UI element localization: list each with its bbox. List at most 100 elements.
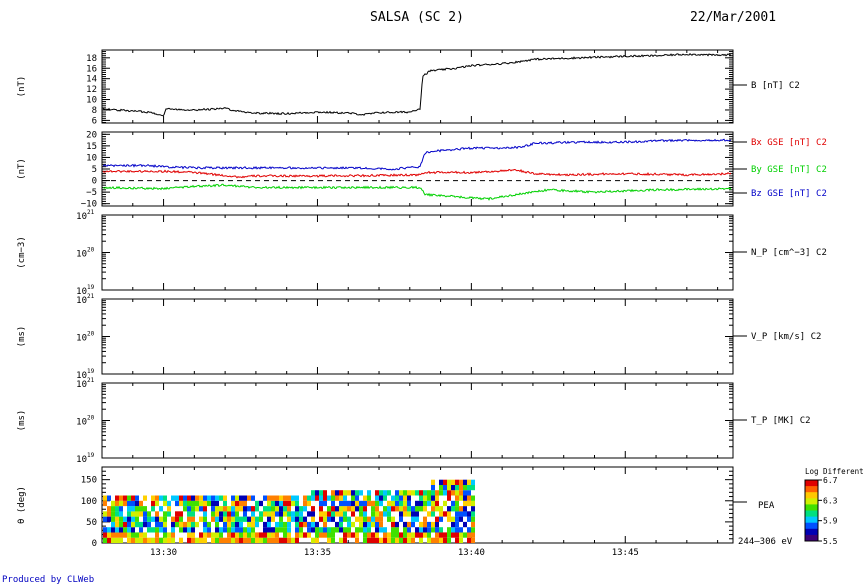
heatmap-cell bbox=[379, 500, 383, 507]
heatmap-cell bbox=[211, 516, 215, 522]
heatmap-cell bbox=[103, 495, 107, 501]
heatmap-cell bbox=[203, 532, 207, 538]
heatmap-cell bbox=[247, 537, 251, 543]
heatmap-cell bbox=[391, 495, 395, 501]
heatmap-cell bbox=[187, 527, 191, 533]
heatmap-cell bbox=[419, 500, 423, 507]
heatmap-cell bbox=[167, 511, 171, 517]
heatmap-cell bbox=[191, 500, 195, 507]
heatmap-cell bbox=[471, 527, 475, 533]
heatmap-cell bbox=[259, 516, 263, 522]
heatmap-cell bbox=[315, 537, 319, 543]
heatmap-cell bbox=[123, 495, 127, 501]
heatmap-cell bbox=[419, 506, 423, 512]
heatmap-cell bbox=[411, 490, 415, 496]
heatmap-cell bbox=[399, 537, 403, 543]
heatmap-cell bbox=[319, 495, 323, 501]
heatmap-cell bbox=[111, 516, 115, 522]
heatmap-cell bbox=[383, 495, 387, 501]
heatmap-cell bbox=[319, 490, 323, 496]
y-tick-exponent: 21 bbox=[87, 293, 95, 300]
heatmap-cell bbox=[399, 490, 403, 496]
heatmap-cell bbox=[307, 521, 311, 528]
heatmap-cell bbox=[383, 537, 387, 543]
heatmap-cell bbox=[143, 495, 147, 501]
heatmap-cell bbox=[323, 532, 327, 538]
heatmap-cell bbox=[115, 495, 119, 501]
heatmap-cell bbox=[195, 500, 199, 507]
heatmap-cell bbox=[315, 495, 319, 501]
heatmap-cell bbox=[307, 527, 311, 533]
heatmap-cell bbox=[271, 537, 275, 543]
heatmap-cell bbox=[115, 516, 119, 522]
heatmap-cell bbox=[191, 527, 195, 533]
heatmap-cell bbox=[219, 506, 223, 512]
heatmap-cell bbox=[111, 500, 115, 507]
heatmap-cell bbox=[123, 516, 127, 522]
heatmap-cell bbox=[399, 532, 403, 538]
heatmap-cell bbox=[415, 532, 419, 538]
heatmap-cell bbox=[147, 511, 151, 517]
colorbar-segment bbox=[805, 516, 818, 524]
heatmap-cell bbox=[231, 527, 235, 533]
heatmap-cell bbox=[207, 495, 211, 501]
heatmap-cell bbox=[451, 484, 455, 491]
heatmap-cell bbox=[327, 537, 331, 543]
heatmap-cell bbox=[127, 500, 131, 507]
heatmap-cell bbox=[323, 521, 327, 528]
heatmap-cell bbox=[211, 532, 215, 538]
legend-label: By GSE [nT] C2 bbox=[751, 165, 827, 175]
heatmap-cell bbox=[427, 521, 431, 528]
heatmap-cell bbox=[467, 490, 471, 496]
heatmap-cell bbox=[455, 516, 459, 522]
colorbar-segment bbox=[805, 510, 818, 518]
heatmap-cell bbox=[107, 511, 111, 517]
heatmap-cell bbox=[143, 506, 147, 512]
heatmap-cell bbox=[387, 511, 391, 517]
heatmap-cell bbox=[267, 511, 271, 517]
heatmap-cell bbox=[255, 532, 259, 538]
heatmap-cell bbox=[411, 516, 415, 522]
heatmap-cell bbox=[263, 521, 267, 528]
heatmap-cell bbox=[427, 495, 431, 501]
heatmap-cell bbox=[455, 537, 459, 543]
heatmap-cell bbox=[175, 516, 179, 522]
heatmap-cell bbox=[295, 506, 299, 512]
heatmap-cell bbox=[251, 532, 255, 538]
heatmap-cell bbox=[467, 511, 471, 517]
credit-link[interactable]: Produced by CLWeb bbox=[2, 575, 94, 584]
heatmap-cell bbox=[163, 537, 167, 543]
heatmap-cell bbox=[423, 532, 427, 538]
heatmap-cell bbox=[467, 479, 471, 485]
heatmap-cell bbox=[351, 495, 355, 501]
heatmap-cell bbox=[455, 495, 459, 501]
heatmap-cell bbox=[423, 527, 427, 533]
y-tick-exponent: 20 bbox=[87, 331, 95, 338]
heatmap-cell bbox=[243, 495, 247, 501]
heatmap-cell bbox=[419, 537, 423, 543]
heatmap-cell bbox=[395, 490, 399, 496]
heatmap-cell bbox=[207, 527, 211, 533]
heatmap-cell bbox=[311, 527, 315, 533]
heatmap-cell bbox=[423, 506, 427, 512]
heatmap-cell bbox=[355, 495, 359, 501]
heatmap-cell bbox=[159, 527, 163, 533]
heatmap-cell bbox=[239, 527, 243, 533]
heatmap-cell bbox=[123, 521, 127, 528]
heatmap-cell bbox=[299, 506, 303, 512]
heatmap-cell bbox=[439, 479, 443, 485]
heatmap-cell bbox=[151, 495, 155, 501]
heatmap-cell bbox=[343, 490, 347, 496]
heatmap-cell bbox=[107, 537, 111, 543]
heatmap-cell bbox=[291, 500, 295, 507]
heatmap-cell bbox=[419, 495, 423, 501]
y-tick-label: 10 bbox=[76, 455, 87, 465]
heatmap-cell bbox=[431, 511, 435, 517]
heatmap-cell bbox=[287, 537, 291, 543]
heatmap-cell bbox=[367, 490, 371, 496]
heatmap-cell bbox=[359, 490, 363, 496]
y-tick-label: 16 bbox=[86, 64, 97, 74]
y-tick-label: 12 bbox=[86, 85, 97, 95]
heatmap-cell bbox=[267, 532, 271, 538]
heatmap-cell bbox=[359, 500, 363, 507]
